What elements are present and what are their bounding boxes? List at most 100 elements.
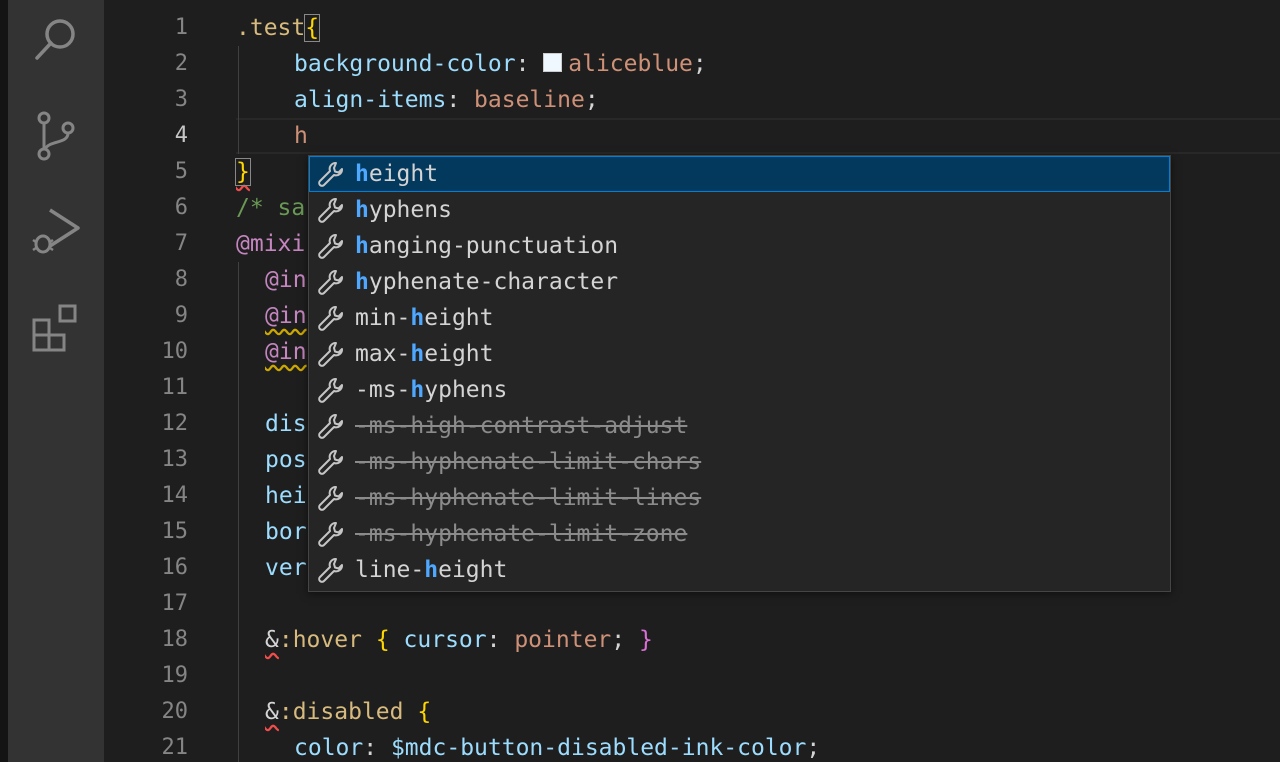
line-number: 9 [174, 303, 188, 328]
suggestion-item[interactable]: line-height [309, 552, 1170, 588]
wrench-icon [313, 408, 349, 444]
include-keyword: @in [265, 267, 307, 293]
suggestion-item[interactable]: min-height [309, 300, 1170, 336]
suggestion-item[interactable]: hyphens [309, 192, 1170, 228]
css-property: bor [265, 519, 307, 545]
line-number: 5 [174, 159, 188, 184]
css-value: aliceblue [568, 51, 693, 77]
css-value: pointer [514, 627, 612, 653]
suggestion-item[interactable]: -ms-high-contrast-adjust [309, 408, 1170, 444]
css-property: hei [265, 483, 307, 509]
suggestion-item[interactable]: -ms-hyphens [309, 372, 1170, 408]
parent-selector: & [265, 699, 279, 725]
source-control-icon[interactable] [30, 110, 82, 162]
suggestion-item[interactable]: -ms-hyphenate-limit-zone [309, 516, 1170, 552]
line-number: 2 [174, 51, 188, 76]
include-keyword: @in [265, 303, 307, 329]
comment: /* sa [236, 195, 306, 221]
line-number: 1 [174, 15, 188, 40]
code-line-18: &:hover { cursor: pointer; } [265, 627, 653, 653]
line-number-active: 4 [174, 123, 188, 148]
line-number: 16 [161, 555, 189, 580]
line-number: 18 [161, 627, 189, 652]
typed-text: h [294, 123, 308, 149]
wrench-icon [313, 300, 349, 336]
suggestion-label: hanging-punctuation [355, 233, 619, 259]
suggestion-item[interactable]: height [309, 156, 1170, 192]
line-number: 13 [161, 447, 189, 472]
suggestion-item[interactable]: hanging-punctuation [309, 228, 1170, 264]
activity-bar [8, 0, 104, 762]
code-line-13: pos [265, 442, 307, 478]
run-debug-icon[interactable] [30, 204, 82, 256]
code-line-16: ver [265, 550, 307, 586]
line-number: 7 [174, 231, 188, 256]
autocomplete-suggestions[interactable]: height hyphens hanging-punctuation hyphenat… [308, 155, 1171, 592]
code-line-4: h [294, 118, 308, 154]
color-swatch[interactable] [543, 53, 563, 72]
wrench-icon [313, 192, 349, 228]
pseudo-class: :hover [278, 627, 362, 653]
code-line-5: } [235, 154, 251, 190]
suggestion-item[interactable]: max-height [309, 336, 1170, 372]
include-keyword: @in [265, 339, 307, 365]
css-property: pos [265, 447, 307, 473]
mixin-keyword: @mixi [236, 231, 306, 257]
css-property: color [294, 735, 364, 761]
pseudo-class: :disabled [278, 699, 404, 725]
open-brace: { [375, 627, 390, 653]
suggestion-label: hyphenate-character [355, 269, 619, 295]
code-line-20: &:disabled { [265, 694, 431, 730]
suggestion-label: hyphens [355, 197, 452, 223]
line-number: 11 [161, 375, 189, 400]
line-number: 20 [161, 699, 189, 724]
css-property: ver [265, 555, 307, 581]
scss-variable: $mdc-button-disabled-ink-color [390, 735, 807, 761]
suggestion-item[interactable]: hyphenate-character [309, 264, 1170, 300]
close-brace: } [638, 627, 653, 653]
css-value: baseline [474, 87, 585, 113]
line-number: 6 [174, 195, 188, 220]
code-line-14: hei [265, 478, 307, 514]
open-brace: { [304, 14, 321, 42]
code-line-3: align-items: baseline; [294, 87, 599, 113]
suggestion-label: -ms-hyphenate-limit-chars [355, 449, 702, 475]
wrench-icon [313, 264, 349, 300]
suggestion-label: -ms-hyphenate-limit-zone [355, 521, 688, 547]
wrench-icon [313, 336, 349, 372]
line-number: 3 [174, 87, 188, 112]
code-line-10: @in [265, 334, 307, 370]
parent-selector: & [265, 627, 279, 653]
suggestion-item[interactable]: -ms-hyphenate-limit-lines [309, 480, 1170, 516]
css-property: background-color [294, 51, 516, 77]
code-line-12: dis [265, 406, 307, 442]
suggestion-label: -ms-high-contrast-adjust [355, 413, 688, 439]
css-property: align-items [294, 87, 447, 113]
wrench-icon [313, 372, 349, 408]
open-brace: { [417, 699, 432, 725]
suggestion-item[interactable]: -ms-hyphenate-limit-chars [309, 444, 1170, 480]
suggestion-label: -ms-hyphenate-limit-lines [355, 485, 702, 511]
line-number: 17 [161, 591, 189, 616]
window-edge [0, 0, 8, 762]
line-number-gutter: 1 2 3 4 5 6 7 8 9 10 11 12 13 14 15 16 1… [104, 0, 214, 762]
close-brace: } [235, 158, 251, 186]
wrench-icon [313, 156, 349, 192]
wrench-icon [313, 480, 349, 516]
suggestion-label: height [355, 161, 439, 187]
css-property: cursor [403, 627, 487, 653]
code-line-7: @mixi [236, 226, 305, 262]
line-number: 21 [161, 735, 189, 760]
code-line-15: bor [265, 514, 307, 550]
code-line-1: .test{ [236, 10, 321, 46]
suggestion-label: min-height [355, 305, 494, 331]
suggestion-label: line-height [355, 557, 508, 583]
wrench-icon [313, 516, 349, 552]
search-icon[interactable] [30, 12, 82, 64]
suggestion-label: -ms-hyphens [355, 377, 508, 403]
css-selector: .test [236, 15, 306, 41]
extensions-icon[interactable] [30, 302, 82, 354]
css-property: dis [265, 411, 307, 437]
line-number: 15 [161, 519, 189, 544]
wrench-icon [313, 228, 349, 264]
